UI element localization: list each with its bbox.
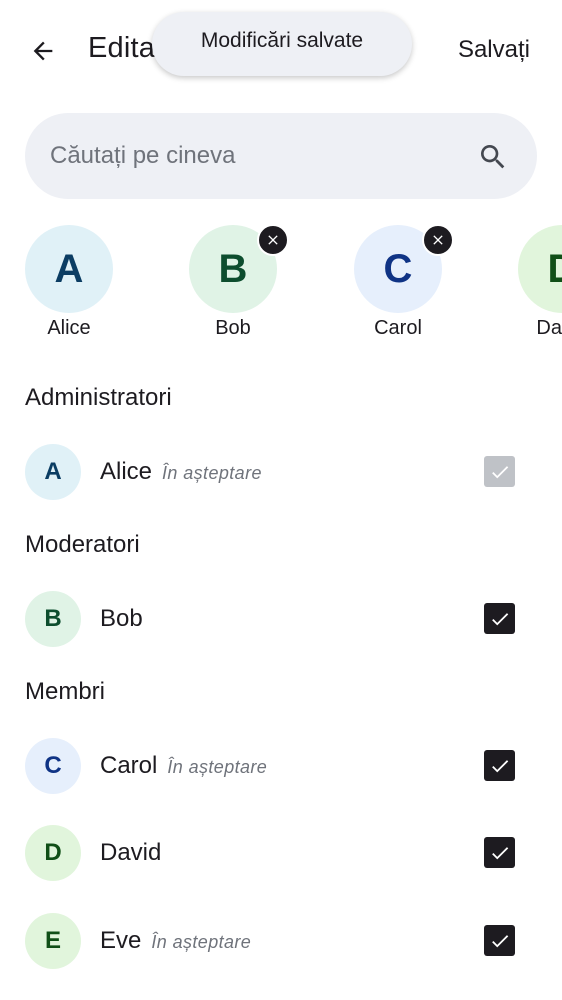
pending-label: În așteptare <box>151 932 252 952</box>
check-icon <box>491 934 508 947</box>
member-name: Eve <box>100 927 142 954</box>
avatar: D <box>25 825 81 881</box>
selected-chip-david[interactable]: D David <box>518 225 562 339</box>
check-icon <box>491 846 508 859</box>
member-row-carol[interactable]: C Carol În așteptare <box>0 738 562 798</box>
avatar: A <box>25 444 81 500</box>
remove-chip-button[interactable] <box>422 225 454 256</box>
save-button[interactable]: Salvați <box>458 36 530 64</box>
selected-chip-bob[interactable]: B Bob <box>189 225 289 339</box>
saved-toast: Modificări salvate <box>152 12 412 76</box>
avatar: D <box>518 225 562 313</box>
member-name: Carol <box>100 752 158 779</box>
selected-people-row: A Alice B Bob C Carol D David <box>0 225 562 345</box>
avatar: B <box>25 591 81 647</box>
chip-name: Carol <box>374 317 422 339</box>
chip-name: Alice <box>47 317 91 339</box>
back-button[interactable] <box>22 30 64 72</box>
section-header-moderators: Moderatori <box>25 531 140 558</box>
role-checkbox[interactable] <box>484 925 515 956</box>
avatar: A <box>25 225 113 313</box>
selected-chip-alice[interactable]: A Alice <box>25 225 113 339</box>
section-header-members: Membri <box>25 678 106 705</box>
pending-label: În așteptare <box>162 463 262 483</box>
section-header-admins: Administratori <box>25 384 172 411</box>
avatar: E <box>25 913 81 969</box>
search-icon[interactable] <box>477 141 509 173</box>
member-name: Alice <box>100 458 153 485</box>
member-name: David <box>100 839 162 866</box>
search-bar[interactable] <box>25 113 537 199</box>
role-checkbox[interactable] <box>484 603 515 634</box>
check-icon <box>491 759 508 772</box>
check-icon <box>491 465 508 478</box>
arrow-left-icon <box>33 41 53 61</box>
toast-message: Modificări salvate <box>200 29 364 52</box>
chip-name: Bob <box>215 317 251 339</box>
check-icon <box>491 612 508 625</box>
close-icon <box>433 235 443 245</box>
member-row-bob[interactable]: B Bob <box>0 591 562 651</box>
remove-chip-button[interactable] <box>257 225 289 256</box>
close-icon <box>268 235 278 245</box>
pending-label: În așteptare <box>167 757 268 777</box>
role-checkbox[interactable] <box>484 750 515 781</box>
avatar: C <box>25 738 81 794</box>
role-checkbox[interactable] <box>484 456 515 487</box>
search-input[interactable] <box>50 113 470 199</box>
role-checkbox[interactable] <box>484 837 515 868</box>
member-name: Bob <box>100 605 143 632</box>
chip-name: David <box>536 317 562 339</box>
member-row-david[interactable]: D David <box>0 825 562 885</box>
member-row-alice[interactable]: A Alice În așteptare <box>0 444 562 504</box>
selected-chip-carol[interactable]: C Carol <box>354 225 454 339</box>
member-row-eve[interactable]: E Eve În așteptare <box>0 913 562 973</box>
